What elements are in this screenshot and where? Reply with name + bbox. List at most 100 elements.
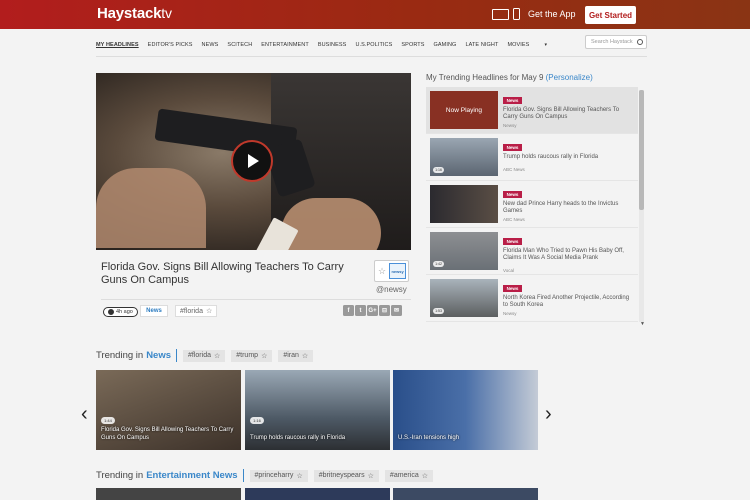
section-category-link[interactable]: Entertainment News [146,470,237,481]
nav-item-gaming[interactable]: GAMING [434,42,457,48]
video-card[interactable]: 1:44 Florida Gov. Signs Bill Allowing Te… [96,370,241,450]
get-the-app-link[interactable]: Get the App [492,6,576,22]
list-item[interactable]: 1:16 News Trump holds raucous rally in F… [426,134,638,181]
tag-chip[interactable]: #princeharry ☆ [249,469,308,482]
star-icon[interactable]: ☆ [378,266,386,277]
nav-item-my-headlines[interactable]: MY HEADLINES [96,42,139,48]
video-card[interactable] [96,488,241,500]
thumbnail: 1:42 [430,232,498,270]
section-prefix: Trending in [96,350,144,361]
share-icons: f t G+ ⊟ ✉ [343,305,402,316]
section-tags: #princeharry ☆ #britneyspears ☆ #america ☆ [249,469,433,482]
nav-item-late-night[interactable]: LATE NIGHT [465,42,498,48]
item-title: North Korea Fired Another Projectile, Ac… [503,295,630,308]
source-handle[interactable]: @newsy [376,285,407,294]
email-icon[interactable]: ✉ [391,305,402,316]
list-item[interactable]: 1:42 News Florida Man Who Tried to Pawn … [426,228,638,275]
search-icon[interactable] [637,39,643,45]
top-bar: Haystacktv Get the App Get Started [0,0,750,29]
search-input[interactable]: Search Haystack [585,35,647,49]
scroll-down-icon[interactable]: ▼ [640,321,645,327]
thumbnail: Now Playing [430,91,498,129]
trending-title: My Trending Headlines for May 9 (Persona… [426,73,593,82]
tag-chip[interactable]: #america ☆ [384,469,433,482]
trending-news-header: Trending in News #florida ☆ #trump ☆ #iran… [96,349,314,362]
thumbnail [430,185,498,223]
newsy-logo: newsy [389,263,407,279]
tag-chip[interactable]: #iran ☆ [278,349,314,362]
video-headline: Florida Gov. Signs Bill Allowing Teacher… [101,261,344,286]
thumbnail: 1:16 [430,138,498,176]
news-badge: News [503,191,522,198]
list-item[interactable]: Now Playing News Florida Gov. Signs Bill… [426,87,638,134]
clock-icon [108,309,114,315]
item-source: Newsy [503,311,517,316]
nav-item-entertainment[interactable]: ENTERTAINMENT [261,42,309,48]
haystack-logo[interactable]: Haystacktv [97,5,172,22]
star-icon: ☆ [213,352,221,360]
nav-item-scitech[interactable]: SCITECH [227,42,252,48]
twitter-icon[interactable]: t [355,305,366,316]
item-source: ABC News [503,167,525,172]
tag-chip[interactable]: #florida ☆ [183,349,226,362]
duration-badge: 1:53 [433,308,444,314]
nav-item-business[interactable]: BUSINESS [318,42,347,48]
get-app-label: Get the App [528,9,576,19]
facebook-icon[interactable]: f [343,305,354,316]
category-chip[interactable]: News [140,305,168,317]
trending-list: Now Playing News Florida Gov. Signs Bill… [426,87,638,322]
card-caption: Trump holds raucous rally in Florida [250,434,346,441]
carousel-prev-button[interactable]: ‹ [81,403,88,426]
news-badge: News [503,97,522,104]
trending-entertainment-header: Trending in Entertainment News #princeha… [96,469,433,482]
section-divider [176,349,178,362]
duration-badge: 1:42 [433,261,444,267]
trending-scrollbar[interactable] [639,90,644,322]
section-divider [242,469,244,482]
star-icon: ☆ [421,472,428,480]
section-category-link[interactable]: News [146,350,171,361]
star-icon[interactable]: ☆ [206,307,212,315]
source-follow-box[interactable]: ☆ newsy [374,260,409,282]
item-source: ABC News [503,217,525,222]
item-title: Florida Gov. Signs Bill Allowing Teacher… [503,107,620,120]
star-icon: ☆ [296,472,303,480]
duration-badge: 1:16 [433,167,444,173]
get-started-button[interactable]: Get Started [585,6,636,24]
news-badge: News [503,238,522,245]
share-icon[interactable]: ⊟ [379,305,390,316]
video-card[interactable]: U.S.-Iran tensions high [393,370,538,450]
nav-item-movies[interactable]: MOVIES [507,42,529,48]
hashtag-chip[interactable]: #florida ☆ [175,305,218,317]
nav-item-us-politics[interactable]: U.S.POLITICS [355,42,392,48]
list-item[interactable]: News New dad Prince Harry heads to the I… [426,181,638,228]
star-icon: ☆ [301,352,309,360]
google-plus-icon[interactable]: G+ [367,305,378,316]
nav-item-editors-picks[interactable]: EDITOR'S PICKS [148,42,193,48]
section-tags: #florida ☆ #trump ☆ #iran ☆ [183,349,314,362]
thumbnail: 1:53 [430,279,498,317]
card-caption: Florida Gov. Signs Bill Allowing Teacher… [101,427,234,441]
nav-item-sports[interactable]: SPORTS [401,42,424,48]
list-item[interactable]: 1:53 News North Korea Fired Another Proj… [426,275,638,322]
video-card[interactable]: 1:16 Trump holds raucous rally in Florid… [245,370,390,450]
news-badge: News [503,285,522,292]
time-ago-badge: 4h ago [103,307,138,317]
scroll-thumb[interactable] [639,90,644,210]
personalize-link[interactable]: (Personalize) [546,73,593,82]
item-title: Florida Man Who Tried to Pawn His Baby O… [503,248,624,261]
duration-badge: 1:44 [101,417,115,424]
tag-chip[interactable]: #trump ☆ [231,349,273,362]
play-icon [248,154,259,168]
nav-item-news[interactable]: NEWS [202,42,219,48]
nav-more-dropdown[interactable]: ▾ [544,42,547,48]
nav-divider [96,56,647,57]
video-card[interactable] [393,488,538,500]
search-placeholder: Search Haystack [591,39,633,45]
play-button[interactable] [231,140,273,182]
section-prefix: Trending in [96,470,144,481]
tag-chip[interactable]: #britneyspears ☆ [313,469,379,482]
video-card[interactable] [245,488,390,500]
carousel-next-button[interactable]: › [545,403,552,426]
phone-icon [513,8,520,20]
